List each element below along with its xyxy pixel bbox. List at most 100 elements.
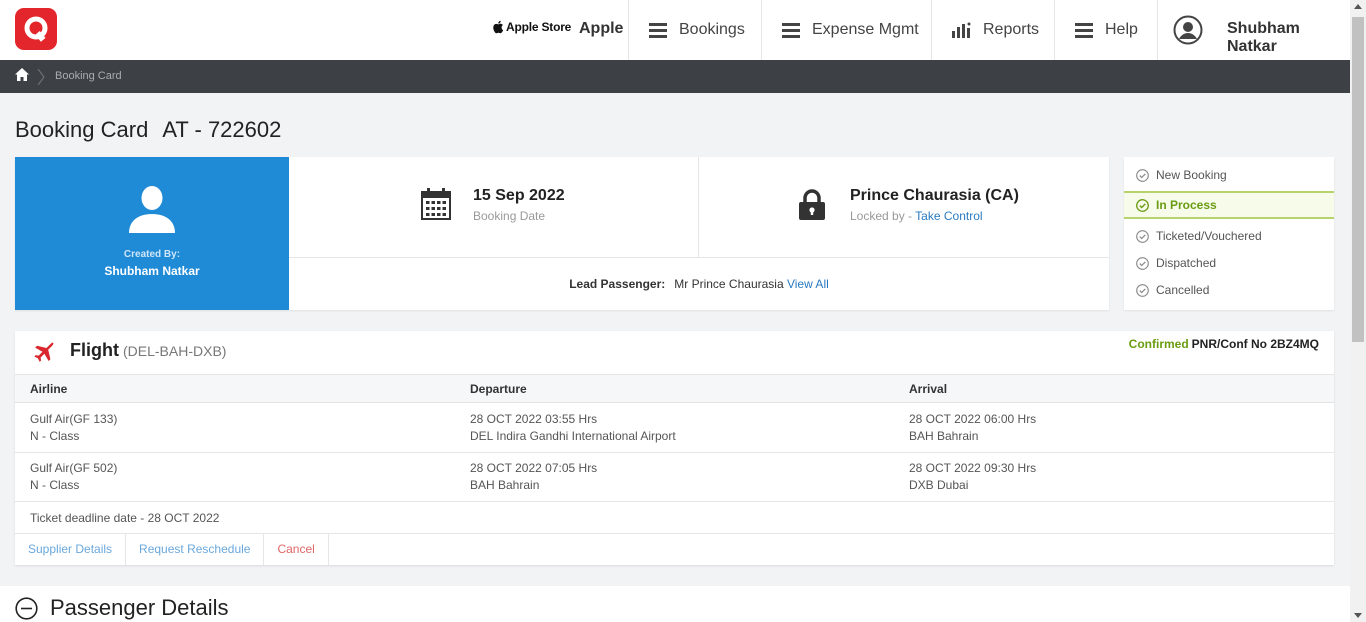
- locked-by-label: Locked by -: [850, 209, 913, 223]
- lead-passenger-row: Lead Passenger: Mr Prince Chaurasia View…: [289, 258, 1109, 310]
- pnr-number: PNR/Conf No 2BZ4MQ: [1191, 337, 1319, 351]
- flight-table-header: Airline Departure Arrival: [15, 375, 1334, 403]
- flight-title-text: Flight: [70, 340, 119, 360]
- company-label[interactable]: Apple: [579, 20, 623, 38]
- created-by-panel: Created By: Shubham Natkar: [15, 157, 289, 310]
- status-label: Dispatched: [1156, 256, 1217, 270]
- lead-passenger-name: Mr Prince Chaurasia: [674, 277, 784, 291]
- locked-user-name: Prince Chaurasia (CA): [850, 187, 1019, 204]
- status-label: In Process: [1156, 198, 1217, 212]
- booking-status-panel: New Booking In Process Ticketed/Vouchere…: [1124, 157, 1334, 310]
- booking-date: 15 Sep 2022: [473, 187, 565, 204]
- nav-expense-label: Expense Mgmt: [812, 21, 919, 38]
- booking-summary-card: Created By: Shubham Natkar 15 Sep 2022 B…: [15, 157, 1109, 310]
- nav-reports[interactable]: Reports: [931, 0, 1054, 60]
- nav-bookings[interactable]: Bookings: [628, 0, 761, 60]
- passenger-details-section: Passenger Details: [0, 586, 1350, 622]
- take-control-link[interactable]: Take Control: [915, 209, 982, 223]
- arrival-time: 28 OCT 2022 06:00 Hrs: [909, 412, 1037, 426]
- arrival-place: BAH Bahrain: [909, 429, 979, 443]
- app-logo[interactable]: [15, 8, 57, 50]
- flight-title: Flight (DEL-BAH-DXB): [70, 340, 226, 361]
- booking-date-label: Booking Date: [473, 209, 546, 223]
- status-dispatched: Dispatched: [1124, 250, 1334, 276]
- status-new-booking: New Booking: [1124, 162, 1334, 188]
- lock-icon: [799, 189, 825, 220]
- status-label: Ticketed/Vouchered: [1156, 229, 1262, 243]
- departure-cell: 28 OCT 2022 03:55 Hrs DEL Indira Gandhi …: [470, 412, 676, 443]
- nav-expense-mgmt[interactable]: Expense Mgmt: [761, 0, 931, 60]
- created-by-label: Created By:: [123, 249, 181, 260]
- nav-help-label: Help: [1105, 21, 1138, 38]
- created-by-name: Shubham Natkar: [104, 264, 200, 278]
- airline-name: Gulf Air(GF 502): [30, 461, 118, 475]
- check-circle-icon: [1136, 198, 1149, 212]
- flight-card: Flight (DEL-BAH-DXB) Confirmed PNR/Conf No…: [15, 331, 1334, 565]
- status-label: Cancelled: [1156, 283, 1210, 297]
- menu-icon: [782, 22, 800, 38]
- menu-icon: [1075, 22, 1093, 38]
- arrival-cell: 28 OCT 2022 06:00 Hrs BAH Bahrain: [909, 412, 1036, 443]
- breadcrumb-current: Booking Card: [55, 70, 122, 82]
- page-scrollbar[interactable]: [1350, 0, 1366, 622]
- lead-passenger-label: Lead Passenger:: [569, 277, 666, 291]
- user-silhouette-icon: [129, 186, 175, 233]
- airplane-icon: [32, 340, 56, 369]
- col-arrival: Arrival: [909, 382, 948, 396]
- page-title: Booking Card AT - 722602: [15, 117, 295, 143]
- logo-q-icon: [24, 16, 48, 42]
- flight-status: Confirmed PNR/Conf No 2BZ4MQ: [1129, 337, 1319, 351]
- status-ticketed: Ticketed/Vouchered: [1124, 223, 1334, 249]
- check-circle-icon: [1136, 256, 1149, 270]
- flight-actions: Supplier Details Request Reschedule Canc…: [15, 534, 329, 565]
- passenger-details-title[interactable]: Passenger Details: [50, 595, 229, 621]
- breadcrumb: Booking Card: [0, 60, 1350, 93]
- avatar[interactable]: [1157, 0, 1217, 60]
- locked-by-line: Locked by - Take Control: [850, 209, 983, 223]
- flight-header: Flight (DEL-BAH-DXB) Confirmed PNR/Conf No…: [15, 331, 1334, 375]
- collapse-minus-icon[interactable]: [15, 597, 38, 620]
- col-departure: Departure: [470, 382, 527, 396]
- arrival-cell: 28 OCT 2022 09:30 Hrs DXB Dubai: [909, 461, 1036, 492]
- apple-icon: [493, 20, 504, 34]
- supplier-details-button[interactable]: Supplier Details: [15, 534, 127, 565]
- chevron-right-icon: [37, 68, 45, 90]
- scroll-up-icon[interactable]: [1354, 4, 1362, 9]
- arrival-time: 28 OCT 2022 09:30 Hrs: [909, 461, 1037, 475]
- bar-chart-icon: [952, 22, 971, 38]
- menu-icon: [649, 22, 667, 38]
- cancel-button[interactable]: Cancel: [264, 534, 329, 565]
- ticket-deadline: Ticket deadline date - 28 OCT 2022: [15, 502, 1334, 534]
- departure-place: BAH Bahrain: [470, 478, 540, 492]
- status-cancelled: Cancelled: [1124, 277, 1334, 303]
- lock-cell: Prince Chaurasia (CA) Locked by - Take C…: [699, 157, 1109, 258]
- check-circle-icon: [1136, 229, 1149, 243]
- view-all-link[interactable]: View All: [787, 277, 829, 291]
- top-navbar: Apple Store Apple Bookings Expense Mgmt …: [0, 0, 1350, 60]
- scroll-down-icon[interactable]: [1354, 613, 1362, 618]
- departure-cell: 28 OCT 2022 07:05 Hrs BAH Bahrain: [470, 461, 597, 492]
- status-label: New Booking: [1156, 168, 1227, 182]
- flight-route: (DEL-BAH-DXB): [122, 343, 227, 359]
- nav-bookings-label: Bookings: [679, 21, 745, 38]
- table-row: Gulf Air(GF 133) N - Class 28 OCT 2022 0…: [15, 403, 1334, 453]
- nav-reports-label: Reports: [983, 21, 1040, 38]
- scroll-thumb[interactable]: [1352, 17, 1364, 342]
- calendar-icon: [421, 188, 451, 220]
- table-row: Gulf Air(GF 502) N - Class 28 OCT 2022 0…: [15, 452, 1334, 502]
- departure-time: 28 OCT 2022 07:05 Hrs: [470, 461, 598, 475]
- nav-help[interactable]: Help: [1054, 0, 1157, 60]
- status-in-process: In Process: [1124, 191, 1334, 219]
- booking-date-cell: 15 Sep 2022 Booking Date: [289, 157, 699, 258]
- status-badge: Confirmed: [1128, 337, 1189, 351]
- home-icon[interactable]: [15, 68, 29, 86]
- departure-place: DEL Indira Gandhi International Airport: [470, 429, 676, 443]
- user-avatar-icon: [1173, 15, 1202, 45]
- departure-time: 28 OCT 2022 03:55 Hrs: [470, 412, 598, 426]
- user-name[interactable]: Shubham Natkar: [1227, 20, 1350, 56]
- arrival-place: DXB Dubai: [909, 478, 969, 492]
- cabin-class: N - Class: [30, 429, 80, 443]
- booking-id: AT - 722602: [162, 117, 282, 142]
- cabin-class: N - Class: [30, 478, 80, 492]
- request-reschedule-button[interactable]: Request Reschedule: [126, 534, 265, 565]
